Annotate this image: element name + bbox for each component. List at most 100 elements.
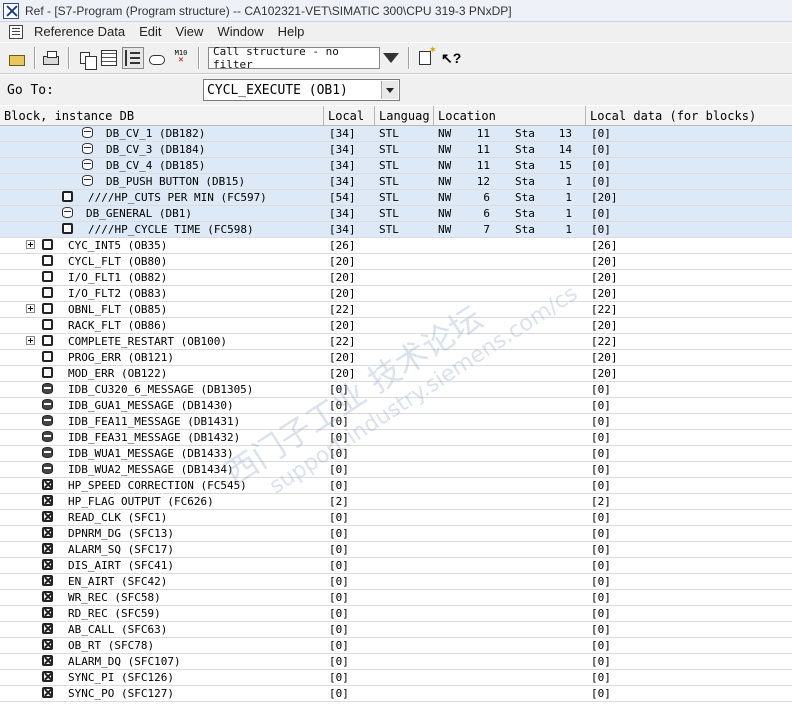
print-icon: [43, 51, 59, 65]
local-data-cell: [0]: [591, 655, 611, 668]
tree-view-button[interactable]: [122, 47, 144, 69]
table-row[interactable]: I/O_FLT2 (OB83) [20] [20]: [0, 286, 792, 302]
filter-button[interactable]: [380, 47, 402, 69]
local-data-cell: [0]: [591, 671, 611, 684]
table-row[interactable]: DB_CV_3 (DB184) [34] STL NW 11 Sta 14 [0]: [0, 142, 792, 158]
table-row[interactable]: DB_GENERAL (DB1) [34] STL NW 6 Sta 1 [0]: [0, 206, 792, 222]
table-row[interactable]: READ_CLK (SFC1) [0] [0]: [0, 510, 792, 526]
table-row[interactable]: SYNC_PO (SFC127) [0] [0]: [0, 686, 792, 702]
column-header-local-data[interactable]: Local data (for blocks): [586, 106, 792, 126]
help-icon: ↖?: [441, 50, 462, 66]
grid-view-button[interactable]: [98, 47, 120, 69]
table-row[interactable]: COMPLETE_RESTART (OB100) [22] [22]: [0, 334, 792, 350]
block-cell: COMPLETE_RESTART (OB100): [0, 334, 324, 349]
location-statement-number: 14: [558, 143, 572, 156]
table-row[interactable]: CYC_INT5 (OB35) [26] [26]: [0, 238, 792, 254]
expand-icon[interactable]: [26, 304, 35, 313]
m10-button[interactable]: M10 ✕: [170, 47, 192, 69]
table-row[interactable]: ////HP_CUTS PER MIN (FC597) [54] STL NW 6 Sta…: [0, 190, 792, 206]
document-menu-icon[interactable]: [9, 25, 23, 39]
menu-reference-data[interactable]: Reference Data: [27, 22, 132, 42]
local-cell: [0]: [329, 639, 349, 652]
block-cell: MOD_ERR (OB122): [0, 366, 324, 381]
new-window-button[interactable]: [414, 45, 437, 69]
language-cell: STL: [379, 127, 399, 140]
table-row[interactable]: ALARM_DQ (SFC107) [0] [0]: [0, 654, 792, 670]
table-row[interactable]: RACK_FLT (OB86) [20] [20]: [0, 318, 792, 334]
local-data-cell: [0]: [591, 607, 611, 620]
location-network-number: 11: [476, 143, 490, 156]
column-header-local[interactable]: Local: [324, 106, 375, 126]
expand-icon[interactable]: [26, 336, 35, 345]
org-block-icon: [42, 271, 53, 282]
filter-display[interactable]: Call structure - no filter: [208, 45, 380, 71]
table-row[interactable]: IDB_FEA11_MESSAGE (DB1431) [0] [0]: [0, 414, 792, 430]
data-block-icon: [82, 175, 93, 186]
table-row[interactable]: IDB_GUA1_MESSAGE (DB1430) [0] [0]: [0, 398, 792, 414]
print-button[interactable]: [40, 47, 62, 69]
connection-button[interactable]: [146, 47, 168, 69]
table-row[interactable]: OBNL_FLT (OB85) [22] [22]: [0, 302, 792, 318]
table-row[interactable]: ALARM_SQ (SFC17) [0] [0]: [0, 542, 792, 558]
menu-edit[interactable]: Edit: [132, 22, 168, 42]
expand-icon[interactable]: [26, 240, 35, 249]
toolbar-separator: [34, 47, 36, 69]
local-cell: [0]: [329, 543, 349, 556]
table-row[interactable]: IDB_WUA1_MESSAGE (DB1433) [0] [0]: [0, 446, 792, 462]
goto-bar: Go To: CYCL_EXECUTE (OB1): [0, 75, 792, 105]
menu-window[interactable]: Window: [210, 22, 270, 42]
table-row[interactable]: DIS_AIRT (SFC41) [0] [0]: [0, 558, 792, 574]
open-button[interactable]: [6, 47, 28, 69]
table-row[interactable]: SYNC_PI (SFC126) [0] [0]: [0, 670, 792, 686]
location-network: NW: [438, 223, 452, 236]
column-header-block[interactable]: Block, instance DB: [0, 106, 324, 126]
table-row[interactable]: DB_CV_4 (DB185) [34] STL NW 11 Sta 15 [0]: [0, 158, 792, 174]
block-name: READ_CLK (SFC1): [68, 511, 168, 524]
location-network: NW: [438, 175, 452, 188]
table-row[interactable]: CYCL_FLT (OB80) [20] [20]: [0, 254, 792, 270]
table-row[interactable]: RD_REC (SFC59) [0] [0]: [0, 606, 792, 622]
table-row[interactable]: DB_PUSH BUTTON (DB15) [34] STL NW 12 Sta 1 [0]: [0, 174, 792, 190]
table-row[interactable]: OB_RT (SFC78) [0] [0]: [0, 638, 792, 654]
chevron-down-icon[interactable]: [381, 81, 398, 99]
app-icon[interactable]: [3, 2, 19, 19]
table-row[interactable]: HP_SPEED CORRECTION (FC545) [0] [0]: [0, 478, 792, 494]
block-cell: ALARM_SQ (SFC17): [0, 542, 324, 557]
language-cell: STL: [379, 175, 399, 188]
column-header-language[interactable]: Languag: [375, 106, 434, 126]
help-button[interactable]: ↖?: [438, 47, 462, 69]
goto-dropdown[interactable]: CYCL_EXECUTE (OB1): [203, 79, 400, 101]
data-block-icon: [82, 159, 93, 170]
table-row[interactable]: I/O_FLT1 (OB82) [20] [20]: [0, 270, 792, 286]
block-name: IDB_CU320_6_MESSAGE (DB1305): [68, 383, 254, 396]
local-data-cell: [2]: [591, 495, 611, 508]
table-row[interactable]: HP_FLAG OUTPUT (FC626) [2] [2]: [0, 494, 792, 510]
block-cell: IDB_FEA11_MESSAGE (DB1431): [0, 414, 324, 429]
block-cell: SYNC_PI (SFC126): [0, 670, 324, 685]
table-row[interactable]: PROG_ERR (OB121) [20] [20]: [0, 350, 792, 366]
block-name: DB_PUSH BUTTON (DB15): [106, 175, 246, 188]
table-row[interactable]: EN_AIRT (SFC42) [0] [0]: [0, 574, 792, 590]
copy-button[interactable]: [74, 47, 97, 70]
table-row[interactable]: IDB_CU320_6_MESSAGE (DB1305) [0] [0]: [0, 382, 792, 398]
menu-help[interactable]: Help: [271, 22, 312, 42]
menu-view[interactable]: View: [168, 22, 210, 42]
local-cell: [0]: [329, 463, 349, 476]
table-row[interactable]: AB_CALL (SFC63) [0] [0]: [0, 622, 792, 638]
local-cell: [34]: [329, 175, 356, 188]
system-function-icon: [42, 623, 53, 634]
location-statement-number: 1: [565, 207, 572, 220]
table-row[interactable]: MOD_ERR (OB122) [20] [20]: [0, 366, 792, 382]
table-row[interactable]: ////HP_CYCLE TIME (FC598) [34] STL NW 7 Sta 1 […: [0, 222, 792, 238]
block-cell: DB_PUSH BUTTON (DB15): [0, 174, 324, 189]
column-header-location[interactable]: Location: [434, 106, 586, 126]
table-row[interactable]: DPNRM_DG (SFC13) [0] [0]: [0, 526, 792, 542]
org-block-icon: [42, 239, 53, 250]
local-cell: [0]: [329, 383, 349, 396]
table-row[interactable]: IDB_FEA31_MESSAGE (DB1432) [0] [0]: [0, 430, 792, 446]
table-row[interactable]: DB_CV_1 (DB182) [34] STL NW 11 Sta 13 [0]: [0, 126, 792, 142]
table-row[interactable]: WR_REC (SFC58) [0] [0]: [0, 590, 792, 606]
block-name: CYCL_FLT (OB80): [68, 255, 168, 268]
table-row[interactable]: IDB_WUA2_MESSAGE (DB1434) [0] [0]: [0, 462, 792, 478]
grid-view-icon: [101, 50, 117, 66]
